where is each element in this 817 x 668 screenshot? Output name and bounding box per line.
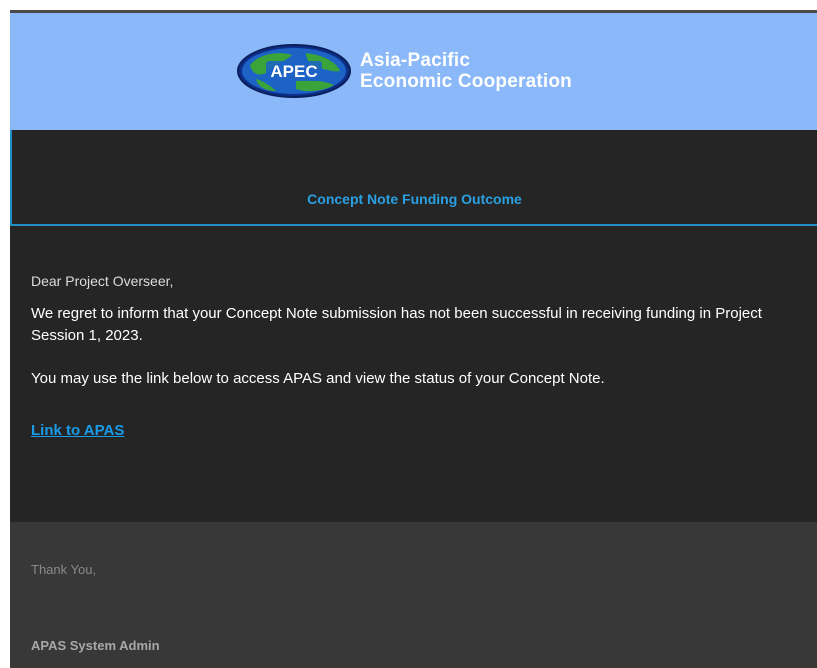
rejection-paragraph: We regret to inform that your Concept No… (31, 305, 762, 344)
email-body: APEC Asia-Pacific Economic Cooperation C… (10, 10, 817, 668)
email-footer: Thank You, APAS System Admin (10, 522, 817, 668)
message-section: Dear Project Overseer, We regret to info… (10, 226, 817, 522)
greeting-text: Dear Project Overseer, (31, 273, 174, 289)
org-name-line2: Economic Cooperation (360, 71, 572, 92)
header-banner: APEC Asia-Pacific Economic Cooperation (10, 13, 817, 130)
signature-text: APAS System Admin (31, 638, 160, 653)
org-name: Asia-Pacific Economic Cooperation (360, 50, 572, 92)
instructions-paragraph: You may use the link below to access APA… (31, 370, 605, 387)
globe-icon: APEC (237, 44, 351, 98)
subject-band: Concept Note Funding Outcome (10, 130, 817, 226)
thank-you-text: Thank You, (31, 562, 97, 577)
logo-badge-text: APEC (270, 62, 317, 81)
link-to-apas[interactable]: Link to APAS (31, 422, 124, 439)
org-name-line1: Asia-Pacific (360, 50, 471, 71)
email-heading: Concept Note Funding Outcome (307, 191, 522, 207)
apec-logo: APEC Asia-Pacific Economic Cooperation (236, 43, 572, 99)
